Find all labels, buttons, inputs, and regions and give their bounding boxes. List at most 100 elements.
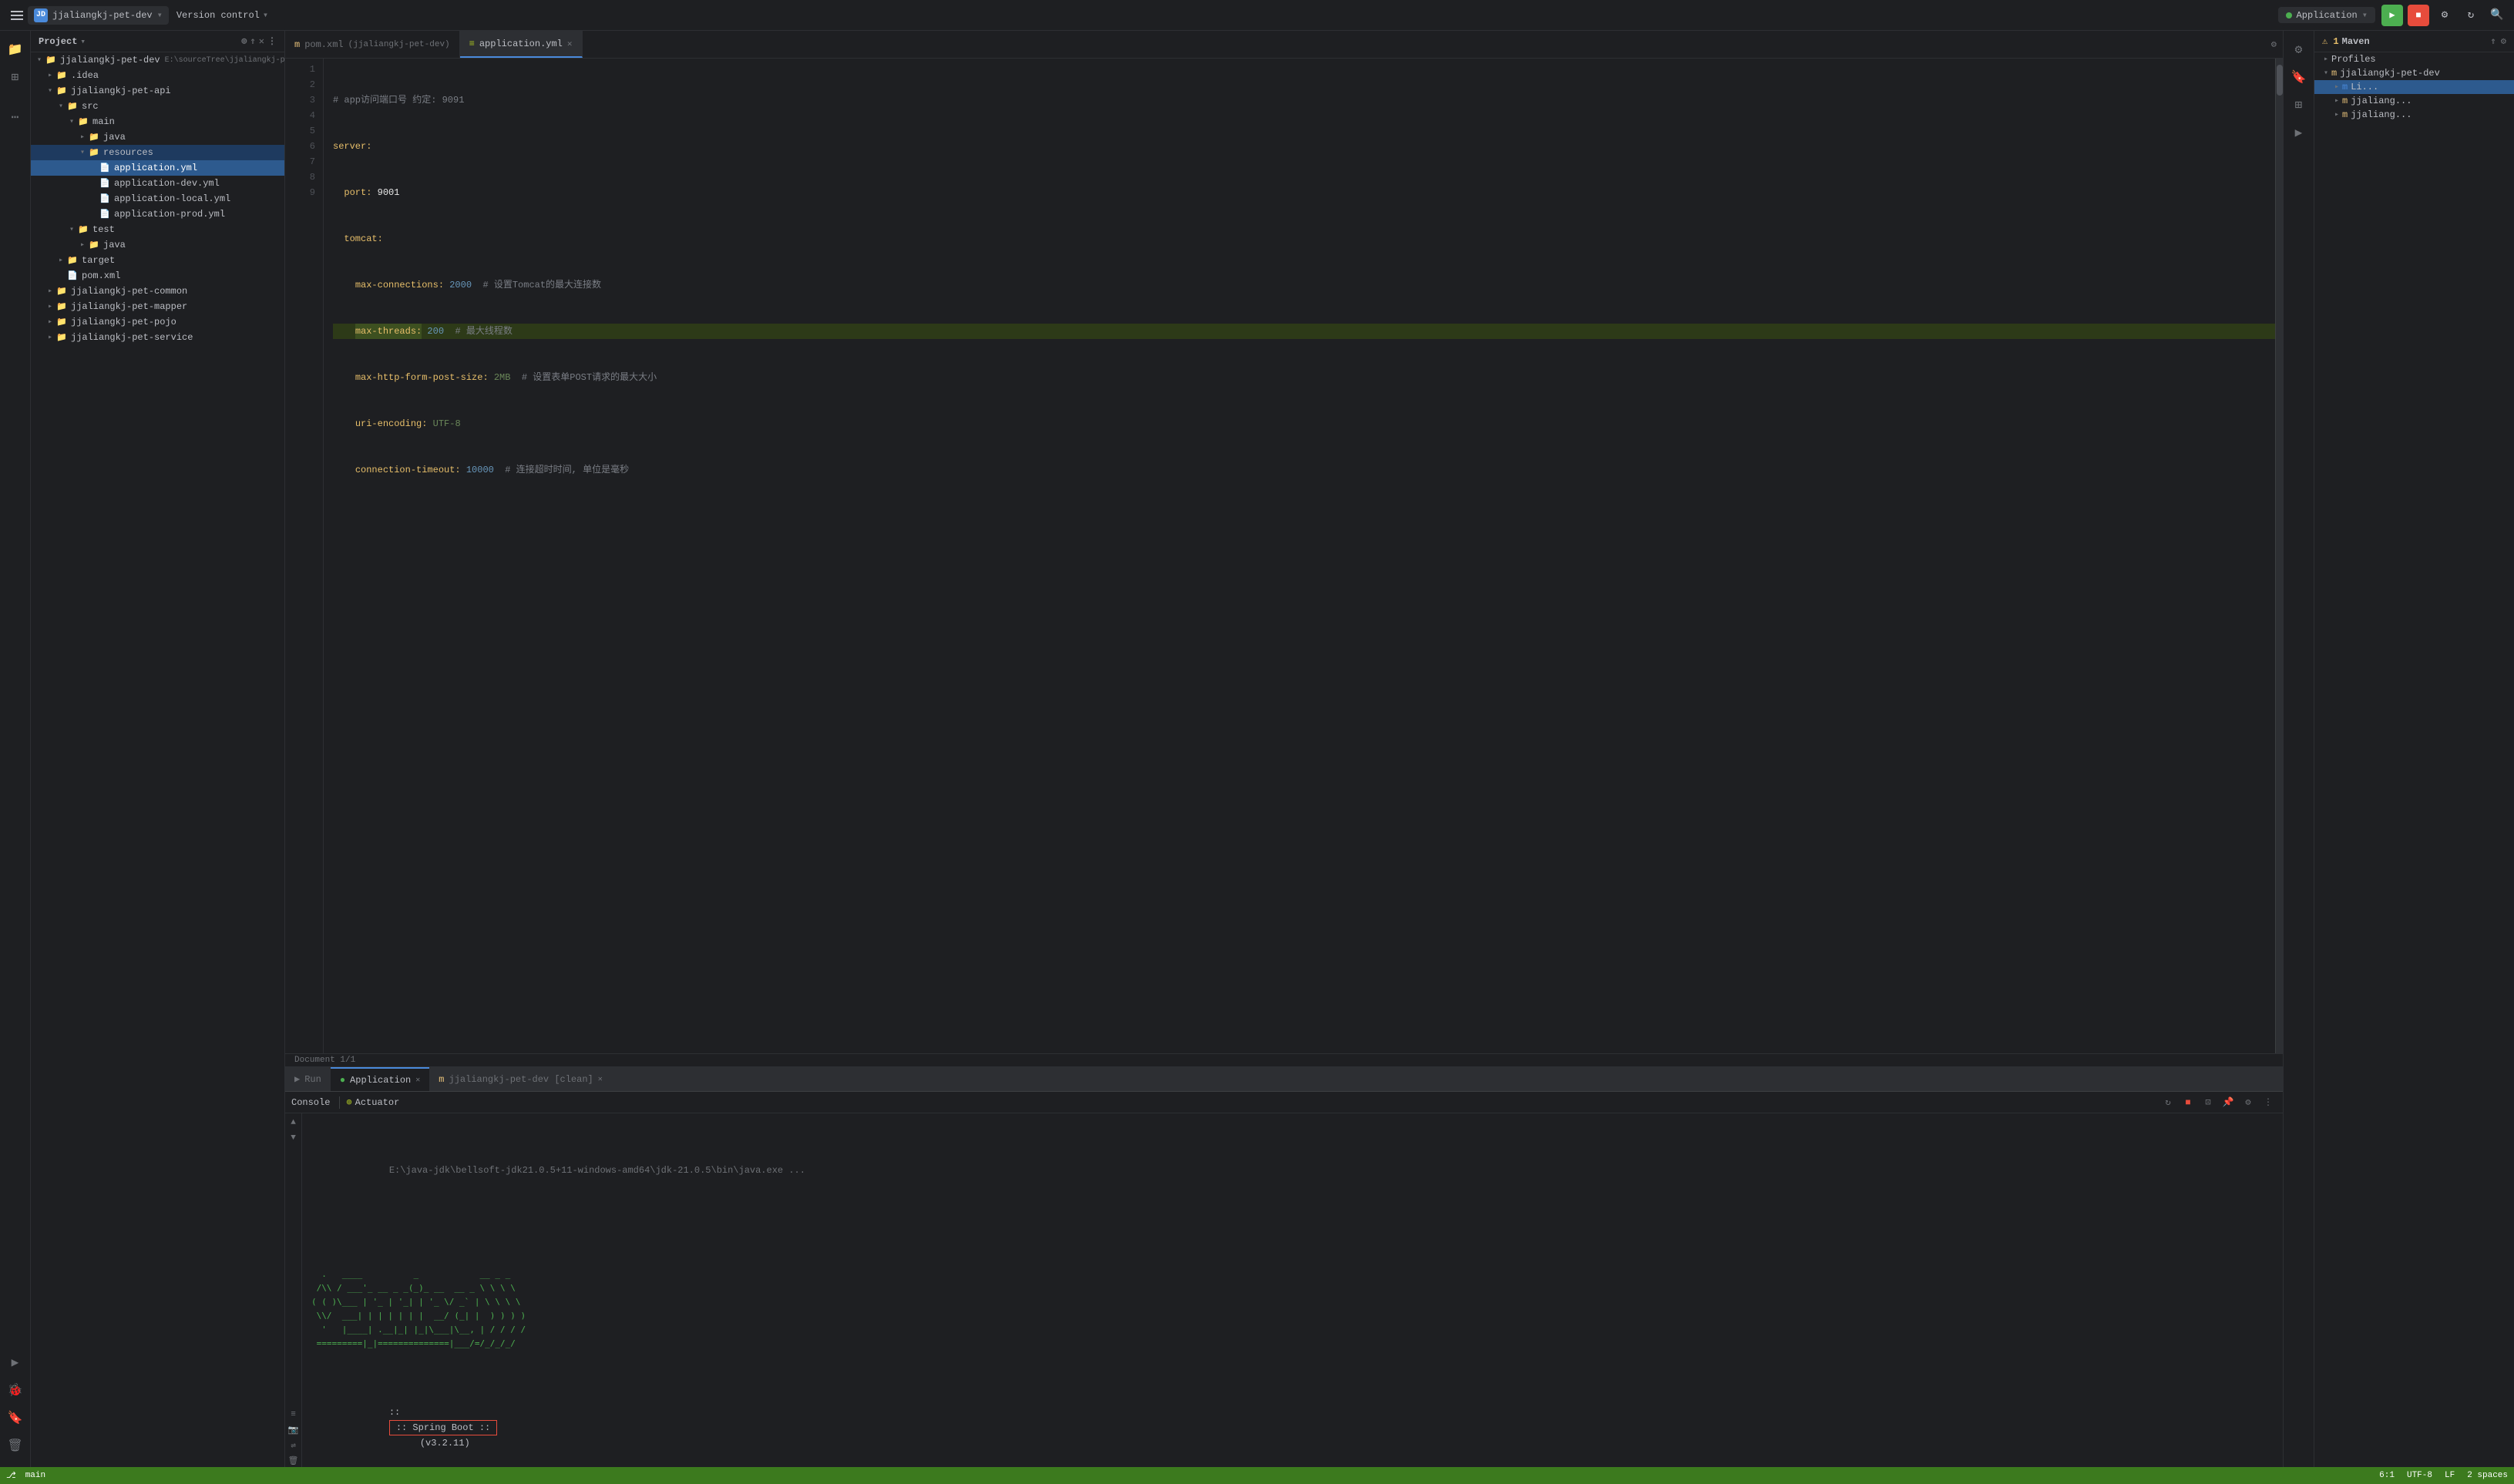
maven-collapse-icon[interactable]: ⇑: [2491, 35, 2496, 47]
close-tab-icon[interactable]: ✕: [415, 1076, 420, 1085]
tree-item-application-local-yml[interactable]: 📄 application-local.yml: [31, 191, 284, 206]
encoding-indicator[interactable]: UTF-8: [2407, 1471, 2432, 1480]
project-label: Project: [39, 36, 77, 47]
bottom-tab-clean[interactable]: m jjaliangkj-pet-dev [clean] ✕: [429, 1067, 611, 1091]
maven-li-item[interactable]: ▸ m Li...: [2314, 80, 2514, 94]
bottom-tab-run[interactable]: ▶ Run: [285, 1067, 331, 1091]
tree-item-application-prod-yml[interactable]: 📄 application-prod.yml: [31, 206, 284, 222]
tree-item-service[interactable]: ▸ 📁 jjaliangkj-pet-service: [31, 330, 284, 345]
yaml-icon: ≡: [469, 39, 475, 49]
pin-tab-button[interactable]: 📌: [2220, 1094, 2237, 1111]
project-selector[interactable]: JD jjaliangkj-pet-dev ▾: [28, 6, 169, 25]
tree-item-test-java[interactable]: ▸ 📁 java: [31, 237, 284, 253]
bookmark-icon[interactable]: 🔖: [3, 1405, 28, 1430]
folder-icon: 📁: [77, 116, 89, 128]
restore-layout-button[interactable]: ⊡: [2200, 1094, 2217, 1111]
wrap-icon[interactable]: ⇌: [287, 1439, 300, 1452]
new-file-icon[interactable]: ⊕: [241, 35, 247, 47]
tree-arrow: ▾: [55, 101, 66, 112]
bottom-tab-application[interactable]: ● Application ✕: [331, 1067, 429, 1091]
folder-icon: 📁: [55, 285, 68, 297]
tree-item-main[interactable]: ▾ 📁 main: [31, 114, 284, 129]
close-tab-icon2[interactable]: ✕: [598, 1075, 603, 1084]
tree-item-resources[interactable]: ▾ 📁 resources: [31, 145, 284, 160]
tree-item-mapper[interactable]: ▸ 📁 jjaliangkj-pet-mapper: [31, 299, 284, 314]
tree-item-pom-xml[interactable]: 📄 pom.xml: [31, 268, 284, 284]
tree-item-java[interactable]: ▸ 📁 java: [31, 129, 284, 145]
project-name: jjaliangkj-pet-dev: [52, 10, 153, 21]
right-sidebar: ⚙ 🔖 ⊞ ▶: [2283, 31, 2314, 1467]
actuator-label[interactable]: ⊕ Actuator: [346, 1096, 399, 1108]
plugins-icon[interactable]: ⋯: [3, 105, 28, 129]
maven-root-project[interactable]: ▾ m jjaliangkj-pet-dev: [2314, 66, 2514, 80]
version-control-button[interactable]: Version control ▾: [169, 7, 276, 23]
filter-icon[interactable]: ≡: [287, 1408, 300, 1421]
scroll-down-icon[interactable]: ▼: [287, 1132, 300, 1144]
console-main: ▲ ▼ ≡ 📷 ⇌ 🗑 E:\java-jdk\bellsoft-jdk21.0…: [285, 1113, 2283, 1467]
right-bookmark-icon[interactable]: 🔖: [2287, 65, 2311, 89]
console-output[interactable]: E:\java-jdk\bellsoft-jdk21.0.5+11-window…: [302, 1113, 2283, 1467]
tree-arrow: ▾: [66, 116, 77, 127]
update-icon[interactable]: ↻: [2460, 5, 2482, 26]
structure-icon[interactable]: ⊞: [3, 65, 28, 89]
run-config-selector[interactable]: Application ▾: [2278, 7, 2375, 23]
collapse-icon[interactable]: ⇑: [250, 35, 256, 47]
code-line-6: max-threads: 200 # 最大线程数: [333, 324, 2275, 339]
settings-console-button[interactable]: ⚙: [2240, 1094, 2257, 1111]
rerun-button[interactable]: ↻: [2159, 1094, 2176, 1111]
right-structure-icon[interactable]: ⊞: [2287, 92, 2311, 117]
tree-item-target[interactable]: ▸ 📁 target: [31, 253, 284, 268]
tree-item-idea[interactable]: ▸ 📁 .idea: [31, 68, 284, 83]
scroll-up-icon[interactable]: ▲: [287, 1116, 300, 1129]
tree-item-common[interactable]: ▸ 📁 jjaliangkj-pet-common: [31, 284, 284, 299]
close-panel-icon[interactable]: ✕: [259, 35, 264, 47]
tree-item-api[interactable]: ▾ 📁 jjaliangkj-pet-api: [31, 83, 284, 99]
document-info: Document 1/1: [285, 1053, 2283, 1066]
delete-console-icon[interactable]: 🗑: [287, 1455, 300, 1467]
maven-tree: ▸ Profiles ▾ m jjaliangkj-pet-dev ▸ m Li…: [2314, 52, 2514, 1467]
tree-item-application-yml[interactable]: 📄 application.yml: [31, 160, 284, 176]
right-run-icon[interactable]: ▶: [2287, 120, 2311, 145]
maven-jjaliang2[interactable]: ▸ m jjaliang...: [2314, 108, 2514, 122]
indent-indicator[interactable]: 2 spaces: [2467, 1471, 2508, 1480]
tree-item-pojo[interactable]: ▸ 📁 jjaliangkj-pet-pojo: [31, 314, 284, 330]
stop-console-button[interactable]: ■: [2180, 1094, 2196, 1111]
delete-icon[interactable]: 🗑: [3, 1433, 28, 1458]
line-col-indicator[interactable]: 6:1: [2379, 1471, 2395, 1480]
hamburger-menu[interactable]: [6, 5, 28, 26]
tab-close-icon[interactable]: ✕: [567, 39, 573, 49]
debug-icon[interactable]: 🐞: [3, 1378, 28, 1402]
run-icon[interactable]: ▶: [3, 1350, 28, 1375]
tab-application-label: application.yml: [479, 39, 563, 49]
project-icon[interactable]: 📁: [3, 37, 28, 62]
tab-application-yml[interactable]: ≡ application.yml ✕: [460, 31, 583, 58]
more-console-button[interactable]: ⋮: [2260, 1094, 2277, 1111]
gear-icon[interactable]: ⚙: [2434, 5, 2455, 26]
scrollbar-thumb[interactable]: [2277, 65, 2283, 96]
stop-button[interactable]: ■: [2408, 5, 2429, 26]
line-ending-indicator[interactable]: LF: [2445, 1471, 2455, 1480]
tree-item-src[interactable]: ▾ 📁 src: [31, 99, 284, 114]
code-content[interactable]: # app访问端口号 约定: 9091 server: port: 9001 t…: [324, 59, 2275, 1053]
maven-title: Maven: [2342, 36, 2370, 47]
run-button[interactable]: ▶: [2381, 5, 2403, 26]
maven-settings-icon[interactable]: ⚙: [2501, 35, 2506, 47]
maven-jjaliang[interactable]: ▸ m jjaliang...: [2314, 94, 2514, 108]
camera-icon[interactable]: 📷: [287, 1424, 300, 1436]
maven-profiles[interactable]: ▸ Profiles: [2314, 52, 2514, 66]
tree-item-application-dev-yml[interactable]: 📄 application-dev.yml: [31, 176, 284, 191]
project-avatar: JD: [34, 8, 48, 22]
run-icon: ▶: [294, 1073, 300, 1085]
tree-arrow: ▾: [34, 55, 45, 65]
editor-scrollbar[interactable]: [2275, 59, 2283, 1053]
tab-pom-xml[interactable]: m pom.xml (jjaliangkj-pet-dev): [285, 31, 460, 58]
tree-arrow: ▸: [45, 70, 55, 81]
tab-settings-icon[interactable]: ⚙: [2271, 39, 2277, 50]
tree-item-test[interactable]: ▾ 📁 test: [31, 222, 284, 237]
right-settings-icon[interactable]: ⚙: [2287, 37, 2311, 62]
more-options-icon[interactable]: ⋮: [267, 35, 277, 47]
tree-item-root[interactable]: ▾ 📁 jjaliangkj-pet-dev E:\sourceTree\jja…: [31, 52, 284, 68]
maven-warning-badge: ⚠ 1: [2322, 35, 2339, 47]
maven-header: ⚠ 1 Maven ⇑ ⚙: [2314, 31, 2514, 52]
search-everywhere-icon[interactable]: 🔍: [2486, 5, 2508, 26]
